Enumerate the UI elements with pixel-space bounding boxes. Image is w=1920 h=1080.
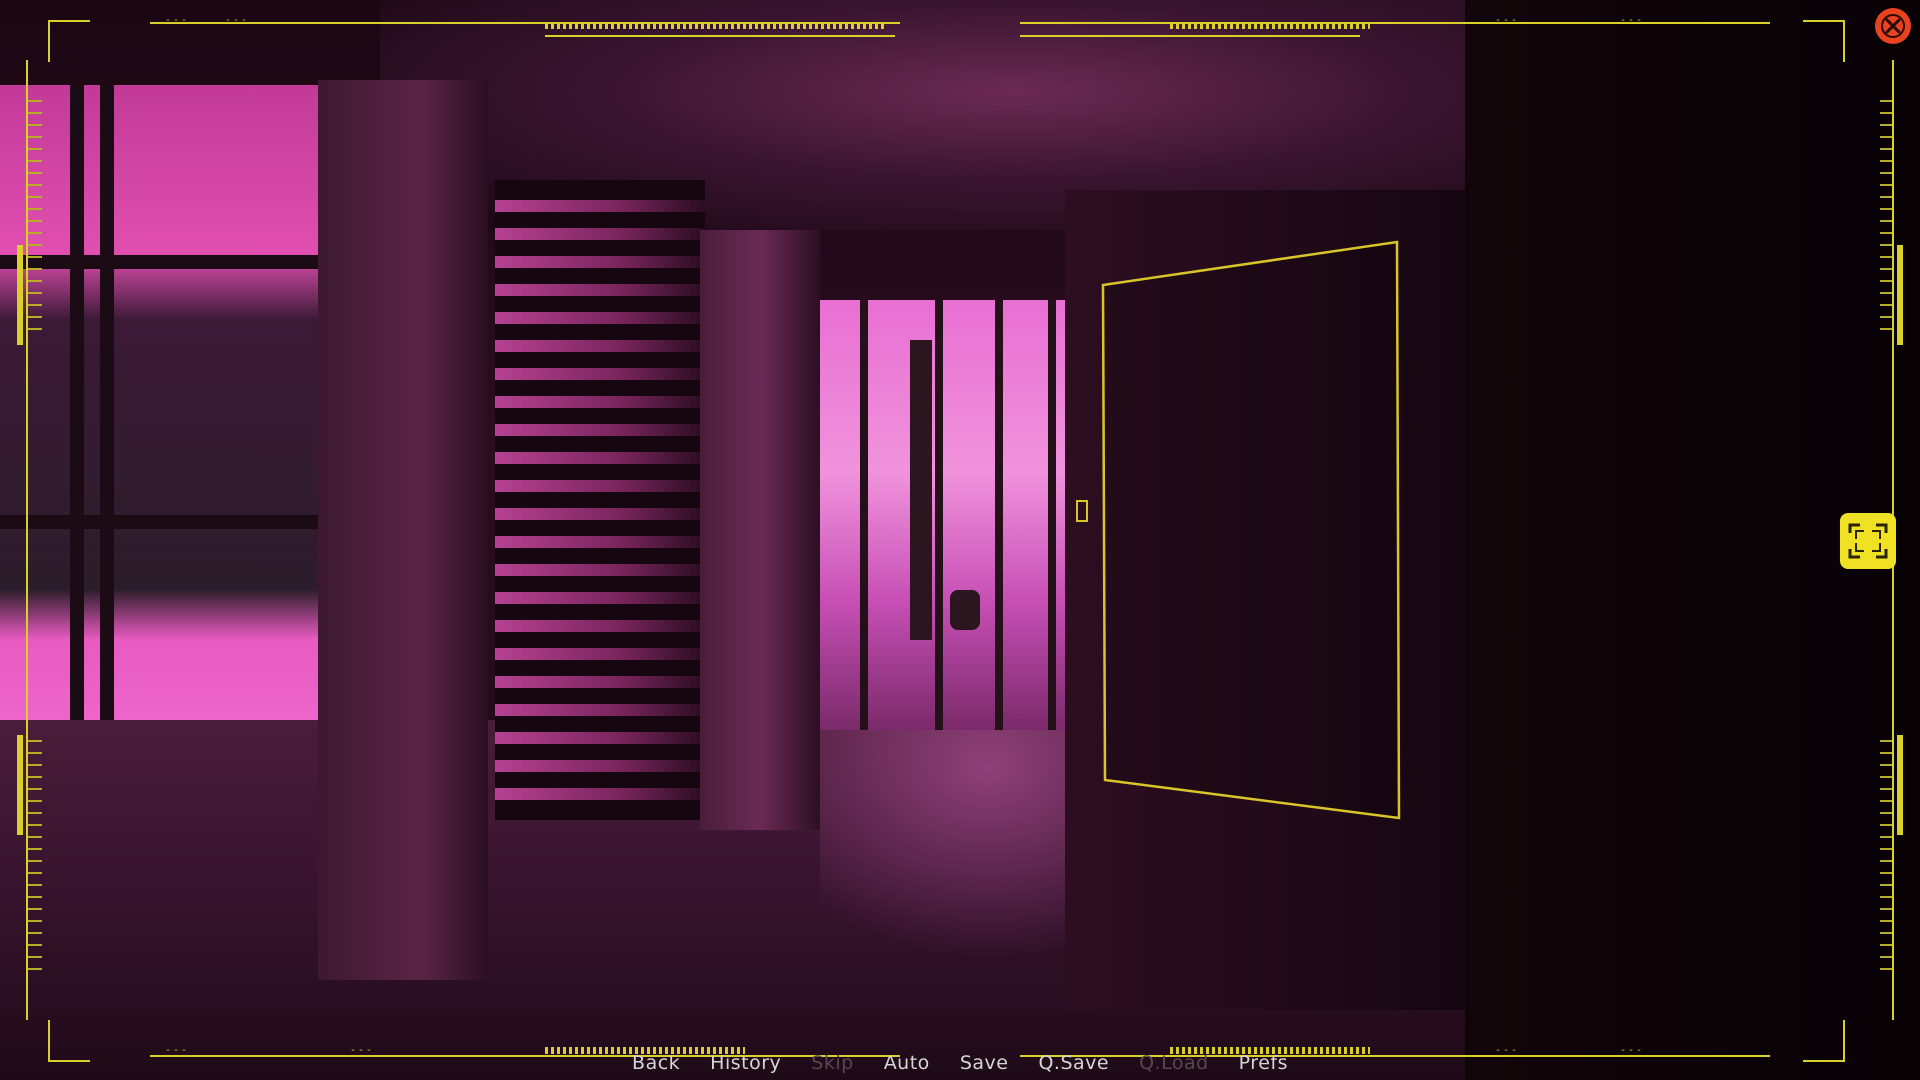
quick-menu-save[interactable]: Save	[960, 1052, 1009, 1080]
hud-corner	[48, 20, 90, 62]
quick-menu-qload[interactable]: Q.Load	[1139, 1052, 1209, 1080]
hud-top-line	[1020, 35, 1360, 37]
quick-menu: Back History Skip Auto Save Q.Save Q.Loa…	[0, 1052, 1920, 1080]
hud-ticks	[28, 100, 42, 340]
door-outline	[1101, 240, 1401, 820]
hud-hatch	[545, 22, 885, 29]
quick-menu-auto[interactable]: Auto	[884, 1052, 930, 1080]
hud-dashes: ---	[1495, 15, 1520, 26]
hud-left-line	[26, 60, 28, 1020]
quick-menu-back[interactable]: Back	[632, 1052, 680, 1080]
hud-side-bar	[17, 245, 23, 345]
quick-menu-qsave[interactable]: Q.Save	[1038, 1052, 1109, 1080]
hud-hatch	[1170, 22, 1370, 29]
hud-top-line	[545, 35, 895, 37]
window-mullion	[0, 515, 320, 529]
hud-side-bar	[1897, 245, 1903, 345]
fullscreen-button[interactable]	[1840, 513, 1896, 569]
scene-background	[0, 0, 1920, 1080]
light-switch	[1076, 500, 1088, 522]
hud-top-line	[1020, 22, 1770, 24]
window-blinds	[495, 180, 705, 820]
quick-menu-skip[interactable]: Skip	[811, 1052, 853, 1080]
display-item	[950, 590, 980, 630]
fullscreen-icon	[1848, 523, 1888, 559]
window-mullion	[0, 255, 320, 269]
quick-menu-prefs[interactable]: Prefs	[1239, 1052, 1288, 1080]
close-icon	[1881, 14, 1905, 38]
corridor-window	[820, 300, 1065, 730]
hud-dashes: ---	[165, 15, 190, 26]
pillar	[318, 80, 488, 980]
hud-dashes: ---	[225, 15, 250, 26]
hud-side-bar	[1897, 735, 1903, 835]
display-item	[910, 340, 932, 640]
pillar	[700, 230, 820, 830]
quick-menu-history[interactable]: History	[710, 1052, 781, 1080]
hud-dashes: ---	[1620, 15, 1645, 26]
hud-corner	[1803, 20, 1845, 62]
close-button[interactable]	[1875, 8, 1911, 44]
hud-ticks	[28, 740, 42, 980]
hud-side-bar	[17, 735, 23, 835]
